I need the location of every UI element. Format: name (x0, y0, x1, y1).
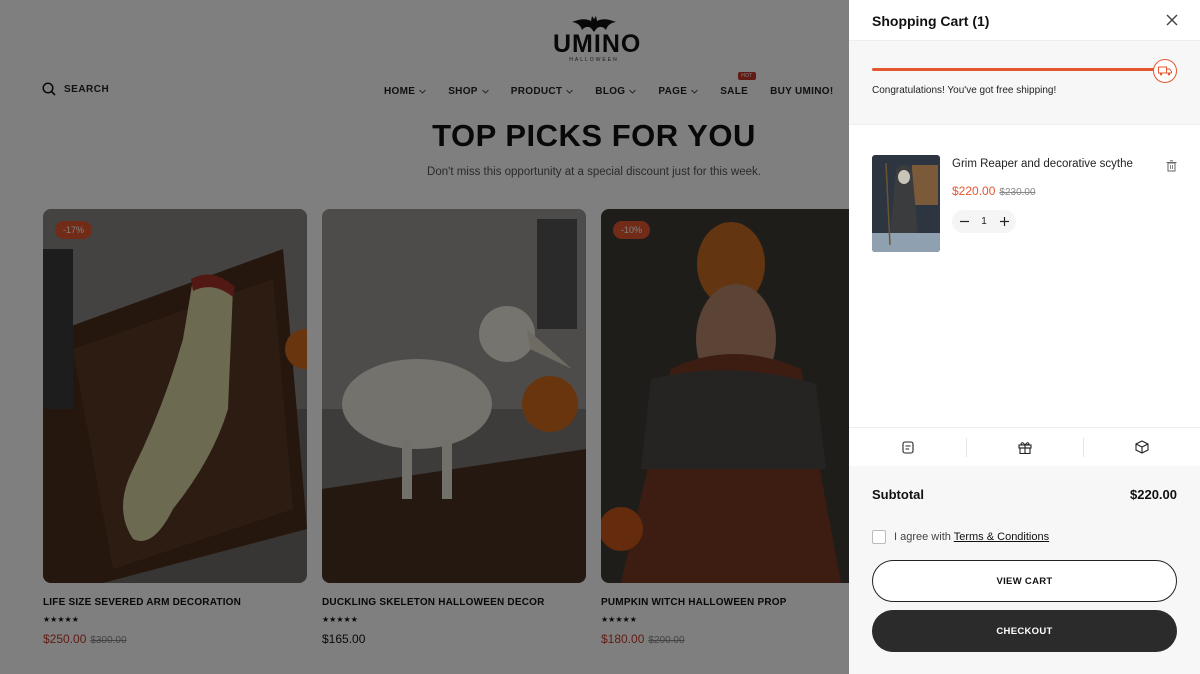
page-dim-overlay[interactable] (0, 0, 849, 674)
agree-text: I agree with Terms & Conditions (894, 531, 1049, 543)
minus-icon (959, 220, 969, 223)
agree-label: I agree with (894, 531, 951, 543)
trash-icon (1166, 160, 1177, 172)
cart-item: Grim Reaper and decorative scythe $220.0… (872, 155, 1177, 255)
cart-header: Shopping Cart (1) (849, 0, 1200, 41)
note-icon (901, 440, 914, 454)
checkout-button[interactable]: CHECKOUT (872, 610, 1177, 652)
cart-item-name[interactable]: Grim Reaper and decorative scythe (952, 158, 1133, 170)
cart-item-thumbnail[interactable] (872, 155, 940, 252)
remove-item-button[interactable] (1166, 159, 1177, 172)
quantity-value[interactable]: 1 (981, 216, 987, 227)
order-note-button[interactable] (849, 428, 966, 466)
cart-drawer: Shopping Cart (1) Congratulations! You'v… (849, 0, 1200, 674)
shipping-estimate-button[interactable] (1083, 428, 1200, 466)
subtotal-label: Subtotal (872, 487, 924, 502)
cart-title: Shopping Cart (1) (872, 13, 990, 29)
free-shipping-progress: Congratulations! You've got free shippin… (849, 41, 1200, 125)
plus-icon (999, 217, 1009, 226)
grim-reaper-image (872, 155, 940, 252)
terms-link[interactable]: Terms & Conditions (954, 531, 1049, 543)
cart-summary: Subtotal $220.00 I agree with Terms & Co… (849, 466, 1200, 674)
view-cart-button[interactable]: VIEW CART (872, 560, 1177, 602)
quantity-stepper: 1 (952, 210, 1016, 233)
gift-wrap-button[interactable] (966, 428, 1083, 466)
truck-icon (1153, 59, 1177, 83)
gift-icon (1017, 441, 1032, 454)
shipping-message: Congratulations! You've got free shippin… (872, 85, 1057, 96)
subtotal-value: $220.00 (1130, 487, 1177, 502)
close-icon (1166, 14, 1178, 26)
close-button[interactable] (1164, 12, 1180, 28)
decrease-quantity-button[interactable] (958, 216, 970, 228)
cart-tools (849, 427, 1200, 466)
cart-item-sale-price: $220.00 (952, 184, 996, 198)
terms-agreement: I agree with Terms & Conditions (872, 530, 1049, 544)
shipping-progress-bar (872, 68, 1155, 71)
cart-item-price: $220.00 $230.00 (952, 184, 1036, 198)
cart-item-original-price: $230.00 (999, 187, 1036, 198)
increase-quantity-button[interactable] (998, 216, 1010, 228)
box-icon (1134, 440, 1149, 454)
terms-checkbox[interactable] (872, 530, 886, 544)
